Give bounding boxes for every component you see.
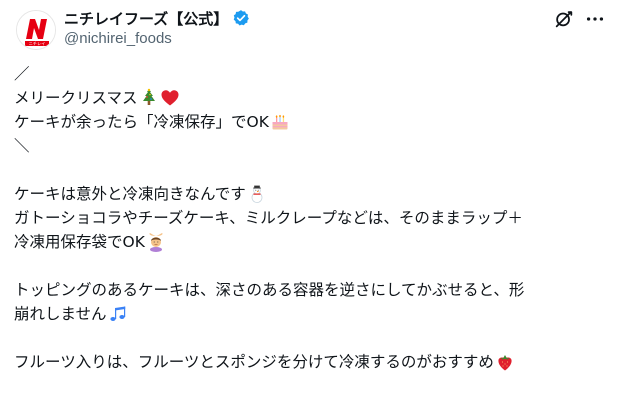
strawberry-emoji — [498, 355, 512, 371]
user-handle[interactable]: @nichirei_foods — [64, 30, 172, 47]
post-line-text: フルーツ入りは、フルーツとスポンジを分けて冷凍するのがおすすめ — [14, 353, 494, 371]
post-line: メリークリスマス — [14, 86, 610, 110]
post-line: 崩れしません — [14, 302, 610, 326]
post-line: ガトーショコラやチーズケーキ、ミルクレープなどは、そのままラップ＋ — [14, 206, 610, 230]
post-line-text: メリークリスマス — [14, 89, 138, 107]
bracket-close-text: ＼ — [14, 137, 30, 155]
bracket-open-text: ／ — [14, 65, 30, 83]
name-row: ニチレイフーズ【公式】 — [64, 7, 250, 29]
tweet-post: ニチレイ ニチレイフーズ【公式】 @nichirei_foods ／ メリークリ… — [0, 0, 620, 410]
post-line: ＼ — [14, 134, 610, 158]
birthday-cake-emoji — [272, 114, 288, 130]
post-line-text: 冷凍用保存袋でOK — [14, 233, 145, 251]
post-header: ニチレイ ニチレイフーズ【公式】 @nichirei_foods — [0, 0, 620, 56]
post-line-text: トッピングのあるケーキは、深さのある容器を逆さにしてかぶせると、形 — [14, 281, 525, 299]
post-line: トッピングのあるケーキは、深さのある容器を逆さにしてかぶせると、形 — [14, 278, 610, 302]
post-line: フルーツ入りは、フルーツとスポンジを分けて冷凍するのがおすすめ — [14, 350, 610, 374]
display-name[interactable]: ニチレイフーズ【公式】 — [64, 8, 228, 29]
more-options-icon[interactable] — [584, 8, 606, 30]
verified-badge-icon — [233, 10, 250, 26]
nichirei-logo-icon: ニチレイ — [17, 11, 55, 49]
red-heart-emoji — [161, 90, 179, 106]
snowman-emoji — [251, 185, 263, 203]
grok-icon[interactable] — [553, 8, 575, 30]
post-line: ケーキが余ったら「冷凍保存」でOK — [14, 110, 610, 134]
post-line-text: ケーキが余ったら「冷凍保存」でOK — [14, 113, 269, 131]
avatar[interactable]: ニチレイ — [16, 10, 56, 50]
avatar-logo-text: ニチレイ — [29, 41, 46, 46]
post-line: ／ — [14, 62, 610, 86]
post-line: 冷凍用保存袋でOK — [14, 230, 610, 254]
post-line-text: ガトーショコラやチーズケーキ、ミルクレープなどは、そのままラップ＋ — [14, 209, 523, 227]
christmas-tree-emoji — [142, 88, 155, 105]
post-line-text: ケーキは意外と冷凍向きなんです — [14, 185, 246, 203]
post-text: ／ メリークリスマス ケーキが余ったら「冷凍保存」でOK ＼ ケーキは意外と冷凍… — [14, 62, 610, 374]
woman-gesturing-ok-emoji — [149, 233, 163, 252]
post-line-text: 崩れしません — [14, 305, 107, 323]
musical-notes-emoji — [109, 306, 125, 321]
post-line: ケーキは意外と冷凍向きなんです — [14, 182, 610, 206]
